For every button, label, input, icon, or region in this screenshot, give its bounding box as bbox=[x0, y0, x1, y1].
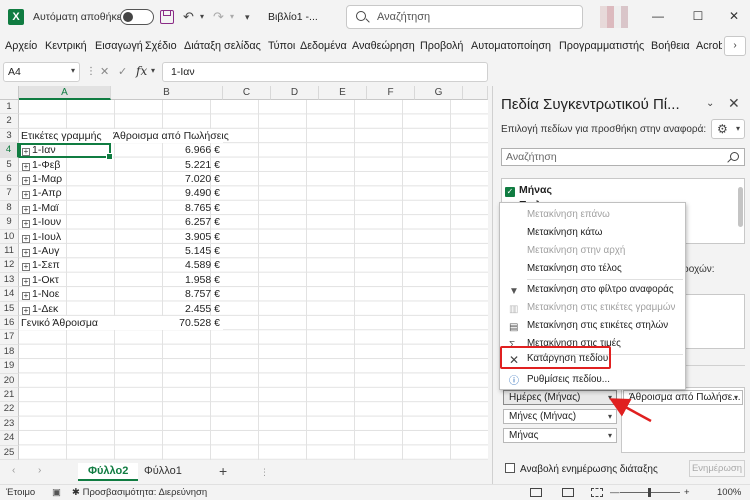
annotation-arrow-icon bbox=[609, 398, 652, 423]
